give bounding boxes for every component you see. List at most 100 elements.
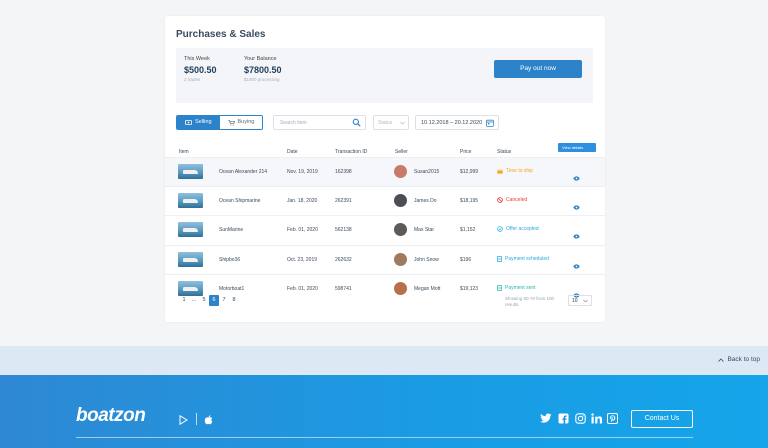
status-label: Time to ship — [506, 168, 534, 174]
tag-icon — [185, 120, 192, 125]
page-ellipsis: ... — [191, 297, 197, 303]
boatzon-logo[interactable]: boatzon — [76, 405, 146, 427]
transaction-id: 598741 — [335, 285, 352, 292]
status-label: Offer accepted — [506, 226, 539, 233]
document-icon — [497, 255, 502, 262]
seller-name[interactable]: Susan2015 — [414, 169, 439, 175]
seller-avatar[interactable] — [394, 223, 407, 237]
store-divider — [196, 413, 197, 425]
calendar-icon[interactable] — [486, 119, 494, 127]
chevron-down-icon — [400, 121, 405, 125]
item-name[interactable]: Motorboat1 — [219, 286, 244, 292]
selling-buying-toggle: Selling Buying — [176, 115, 264, 130]
tab-selling[interactable]: Selling — [177, 116, 220, 129]
transaction-id: 262391 — [335, 198, 352, 205]
instagram-icon[interactable] — [575, 413, 586, 424]
page-link[interactable]: 8 — [229, 295, 239, 306]
ban-icon — [497, 197, 503, 203]
search-input[interactable]: Search item — [273, 115, 366, 130]
item-date: Jan. 18, 2020 — [287, 198, 318, 205]
status-badge: Time to ship — [497, 168, 533, 174]
page-link[interactable]: 1 — [179, 295, 189, 306]
item-price: $19,123 — [460, 285, 479, 292]
item-price: $196 — [460, 256, 472, 263]
search-placeholder: Search item — [280, 120, 307, 126]
item-date: Feb. 01, 2020 — [287, 285, 318, 292]
this-week-block: This Week $500.50 2 trades — [184, 56, 217, 82]
status-select[interactable]: Status — [373, 115, 409, 130]
your-balance-label: Your Balance — [244, 56, 277, 62]
facebook-icon[interactable] — [558, 413, 569, 424]
tab-buying[interactable]: Buying — [219, 116, 263, 129]
boat-thumbnail[interactable] — [178, 164, 203, 179]
apple-icon[interactable] — [204, 415, 213, 425]
boat-thumbnail[interactable] — [178, 222, 203, 238]
contact-us-button[interactable]: Contact Us — [631, 410, 693, 428]
linkedin-icon[interactable] — [591, 413, 602, 424]
balance-summary: This Week $500.50 2 trades Your Balance … — [176, 48, 593, 103]
item-date: Oct. 23, 2019 — [287, 256, 318, 263]
seller-avatar[interactable] — [394, 165, 407, 178]
per-page-select[interactable]: 10 — [568, 295, 592, 306]
twitter-icon[interactable] — [540, 413, 552, 424]
page-link[interactable]: 7 — [219, 295, 229, 306]
your-balance-block: Your Balance $7800.50 $1800 processing — [244, 56, 282, 82]
back-to-top-bar: Back to top — [0, 346, 768, 375]
transaction-id: 562138 — [335, 227, 352, 234]
item-name[interactable]: Shipbo36 — [219, 257, 240, 263]
eye-icon[interactable] — [573, 234, 580, 239]
check-circle-icon — [497, 226, 503, 233]
view-details-button[interactable] — [573, 226, 580, 244]
back-to-top-link[interactable]: Back to top — [718, 356, 760, 363]
tab-selling-label: Selling — [195, 119, 212, 125]
tab-buying-label: Buying — [237, 119, 255, 125]
seller-name[interactable]: James Do — [414, 198, 437, 204]
item-name[interactable]: SunMarine — [219, 227, 243, 233]
seller-name[interactable]: Megan Mott — [414, 286, 440, 292]
document-icon — [497, 284, 502, 291]
col-seller: Seller — [395, 149, 408, 155]
view-details-button[interactable] — [573, 168, 580, 186]
table-row[interactable]: Shipbo36 Oct. 23, 2019 262632 John Snow … — [165, 244, 605, 274]
status-badge: Canceled — [497, 197, 527, 203]
boat-thumbnail[interactable] — [178, 280, 203, 296]
item-name[interactable]: Ocean Shipmarine — [219, 198, 260, 204]
google-play-icon[interactable] — [179, 415, 188, 425]
status-badge: Payment scheduled — [497, 256, 549, 262]
eye-icon[interactable] — [573, 205, 580, 210]
seller-avatar[interactable] — [394, 281, 407, 295]
view-details-tooltip: View details — [558, 143, 596, 152]
page-link[interactable]: 5 — [199, 295, 209, 306]
footer-divider — [76, 437, 693, 438]
seller-avatar[interactable] — [394, 252, 407, 266]
table-row[interactable]: Ocean Alexander 214 Nov. 19, 2019 162398… — [165, 157, 605, 186]
seller-name[interactable]: Max Star — [414, 227, 434, 233]
your-balance-value: $7800.50 — [244, 65, 282, 75]
results-count: Showing 60-70 from 100 results. — [505, 296, 555, 307]
pay-out-button[interactable]: Pay out now — [494, 60, 582, 78]
date-range-picker[interactable]: 10.12.2018 – 20.12.2020 — [415, 115, 499, 130]
view-details-button[interactable] — [573, 256, 580, 274]
seller-avatar[interactable] — [394, 194, 407, 208]
per-page-value: 10 — [572, 298, 578, 304]
boat-thumbnail[interactable] — [178, 251, 203, 267]
search-icon[interactable] — [352, 118, 361, 127]
item-price: $12,999 — [460, 169, 479, 175]
this-week-label: This Week — [184, 56, 210, 62]
boat-thumbnail[interactable] — [178, 193, 203, 209]
table-row[interactable]: SunMarine Feb. 01, 2020 562138 Max Star … — [165, 215, 605, 244]
eye-icon[interactable] — [573, 263, 580, 269]
item-name[interactable]: Ocean Alexander 214 — [219, 169, 267, 175]
col-transaction-id: Transaction ID — [335, 149, 368, 155]
page-link-current[interactable]: 6 — [209, 295, 219, 306]
seller-name[interactable]: John Snow — [414, 257, 439, 263]
pinterest-icon[interactable] — [607, 413, 618, 424]
status-placeholder: Status — [378, 120, 393, 126]
box-icon — [497, 169, 503, 174]
table-row[interactable]: Ocean Shipmarine Jan. 18, 2020 262391 Ja… — [165, 186, 605, 215]
status-badge: Payment sent — [497, 285, 536, 291]
col-item: Item — [179, 149, 189, 155]
eye-icon[interactable] — [573, 176, 580, 181]
col-status: Status — [497, 149, 512, 155]
view-details-button[interactable] — [573, 197, 580, 215]
